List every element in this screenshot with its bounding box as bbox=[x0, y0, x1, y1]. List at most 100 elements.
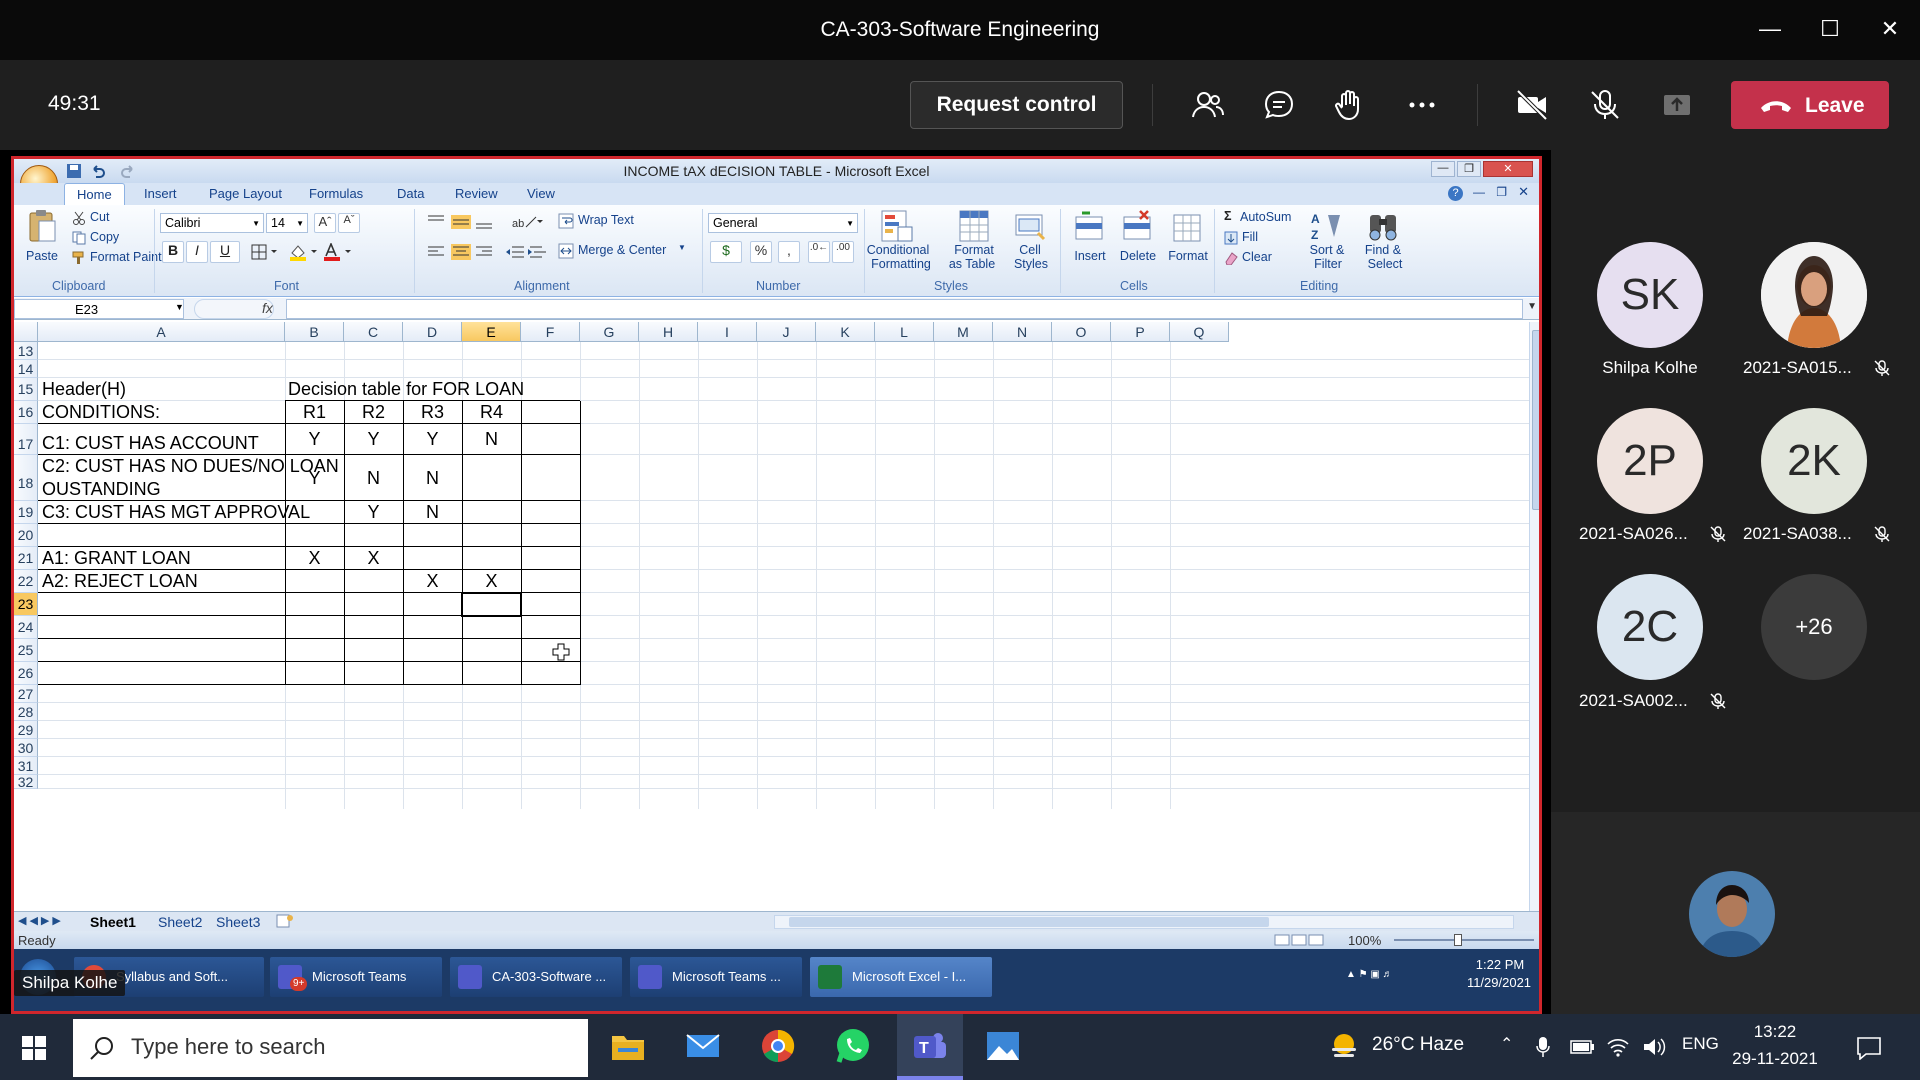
undo-icon[interactable] bbox=[90, 163, 106, 179]
bold-button[interactable]: B bbox=[162, 241, 184, 263]
column-header[interactable]: L bbox=[875, 322, 934, 342]
paste-label[interactable]: Paste bbox=[26, 249, 58, 263]
volume-icon[interactable] bbox=[1642, 1036, 1666, 1058]
zoom-slider-thumb[interactable] bbox=[1454, 934, 1462, 946]
chevron-down-icon[interactable]: ▼ bbox=[678, 243, 686, 252]
photos-icon[interactable] bbox=[983, 1026, 1023, 1066]
participant-avatar[interactable]: 2P bbox=[1597, 408, 1703, 514]
workbook-minimize-icon[interactable]: — bbox=[1473, 185, 1485, 199]
row-header[interactable]: 17 bbox=[14, 424, 38, 455]
borders-icon[interactable] bbox=[250, 243, 278, 261]
number-format-select[interactable]: General ▼ bbox=[708, 213, 858, 233]
column-header[interactable]: Q bbox=[1170, 322, 1229, 342]
format-as-table-icon[interactable] bbox=[958, 209, 990, 243]
row-header[interactable]: 32 bbox=[14, 775, 38, 789]
tab-view[interactable]: View bbox=[527, 186, 555, 201]
clear-button[interactable]: Clear bbox=[1242, 250, 1272, 264]
cell-rule-header[interactable]: R4 bbox=[462, 401, 521, 424]
font-color-icon[interactable] bbox=[322, 243, 352, 261]
row-header[interactable]: 29 bbox=[14, 721, 38, 739]
increase-decimal-icon[interactable]: .0← bbox=[808, 241, 830, 263]
cell-value[interactable]: Y bbox=[344, 501, 403, 524]
row-header[interactable]: 19 bbox=[14, 501, 38, 524]
row-header[interactable]: 22 bbox=[14, 570, 38, 593]
cell-rule-header[interactable]: R3 bbox=[403, 401, 462, 424]
sheet-tab-3[interactable]: Sheet3 bbox=[216, 914, 260, 930]
excel-restore-icon[interactable]: ❐ bbox=[1457, 161, 1481, 177]
conditional-formatting-label[interactable]: Conditional bbox=[866, 243, 930, 257]
select-all-corner[interactable] bbox=[14, 322, 38, 342]
notification-center-icon[interactable] bbox=[1856, 1036, 1882, 1060]
weather-text[interactable]: 26°C Haze bbox=[1372, 1034, 1464, 1056]
cell-value[interactable]: N bbox=[462, 424, 521, 455]
currency-button[interactable]: $ bbox=[710, 241, 742, 263]
file-explorer-icon[interactable] bbox=[608, 1026, 648, 1066]
cell-value[interactable]: N bbox=[403, 455, 462, 501]
tray-show-hidden-icon[interactable]: ⌃ bbox=[1500, 1034, 1513, 1054]
tab-insert[interactable]: Insert bbox=[144, 186, 177, 201]
cell-styles-icon[interactable] bbox=[1014, 209, 1046, 243]
row-header[interactable]: 13 bbox=[14, 342, 38, 360]
cell-condition-label[interactable]: C3: CUST HAS MGT APPROVAL bbox=[42, 501, 310, 524]
tab-review[interactable]: Review bbox=[455, 186, 498, 201]
autosum-button[interactable]: AutoSum bbox=[1240, 210, 1291, 224]
row-header[interactable]: 28 bbox=[14, 703, 38, 721]
clock-time[interactable]: 13:22 bbox=[1735, 1022, 1815, 1042]
whatsapp-icon[interactable] bbox=[833, 1026, 873, 1066]
sort-filter-label[interactable]: Sort & bbox=[1304, 243, 1350, 257]
merge-center-button[interactable]: Merge & Center bbox=[578, 243, 666, 257]
cut-icon[interactable] bbox=[72, 211, 86, 225]
formula-input[interactable] bbox=[286, 299, 1523, 319]
selected-cell[interactable] bbox=[461, 592, 522, 617]
cell-header-label[interactable]: Header(H) bbox=[42, 378, 126, 401]
cell-value[interactable]: Y bbox=[285, 424, 344, 455]
shrink-font-icon[interactable]: Aˇ bbox=[338, 213, 360, 233]
italic-button[interactable]: I bbox=[186, 241, 208, 263]
indent-icons[interactable] bbox=[504, 243, 550, 261]
copy-icon[interactable] bbox=[72, 231, 86, 245]
sheet-tab-2[interactable]: Sheet2 bbox=[158, 914, 202, 930]
conditional-formatting-label2[interactable]: Formatting bbox=[866, 257, 936, 271]
find-select-label2[interactable]: Select bbox=[1358, 257, 1412, 271]
cell-conditions-label[interactable]: CONDITIONS: bbox=[42, 401, 160, 424]
cell-value[interactable]: X bbox=[285, 547, 344, 570]
column-header[interactable]: B bbox=[285, 322, 344, 342]
cell-action-label[interactable]: A1: GRANT LOAN bbox=[42, 547, 191, 570]
row-header[interactable]: 25 bbox=[14, 639, 38, 662]
copy-button[interactable]: Copy bbox=[90, 230, 119, 244]
camera-off-icon[interactable] bbox=[1514, 87, 1550, 123]
workbook-restore-icon[interactable]: ❐ bbox=[1496, 185, 1507, 199]
column-header[interactable]: K bbox=[816, 322, 875, 342]
name-box[interactable]: E23 bbox=[14, 299, 184, 319]
people-icon[interactable] bbox=[1190, 87, 1226, 123]
font-size-select[interactable]: 14 ▼ bbox=[266, 213, 308, 233]
remote-task-teams[interactable]: Microsoft Teams 9+ bbox=[270, 957, 442, 997]
cell-value[interactable]: Y bbox=[285, 455, 344, 501]
format-painter-icon[interactable] bbox=[72, 251, 86, 265]
column-header[interactable]: P bbox=[1111, 322, 1170, 342]
column-header[interactable]: D bbox=[403, 322, 462, 342]
fill-icon[interactable] bbox=[1224, 231, 1238, 245]
cell-value[interactable]: X bbox=[344, 547, 403, 570]
mail-icon[interactable] bbox=[683, 1026, 723, 1066]
text-orientation-icon[interactable]: ab bbox=[510, 213, 544, 231]
percent-button[interactable]: % bbox=[750, 241, 772, 263]
column-header[interactable]: I bbox=[698, 322, 757, 342]
fill-color-icon[interactable] bbox=[288, 243, 318, 261]
tab-home[interactable]: Home bbox=[64, 183, 125, 205]
sort-filter-label2[interactable]: Filter bbox=[1302, 257, 1354, 271]
insert-function-icon[interactable]: fx bbox=[262, 300, 273, 316]
cell-rule-header[interactable]: R1 bbox=[285, 401, 344, 424]
help-icon[interactable]: ? bbox=[1448, 186, 1463, 201]
autosum-icon[interactable]: Σ bbox=[1224, 209, 1232, 223]
redo-icon[interactable] bbox=[120, 163, 136, 179]
cell-value[interactable]: N bbox=[344, 455, 403, 501]
raise-hand-icon[interactable] bbox=[1332, 87, 1368, 123]
cell-rule-header[interactable]: R2 bbox=[344, 401, 403, 424]
cell-action-label[interactable]: A2: REJECT LOAN bbox=[42, 570, 198, 593]
participant-avatar[interactable]: 2K bbox=[1761, 408, 1867, 514]
teams-icon[interactable]: T bbox=[910, 1026, 950, 1066]
column-header[interactable]: N bbox=[993, 322, 1052, 342]
clear-icon[interactable] bbox=[1224, 251, 1238, 265]
insert-cells-icon[interactable] bbox=[1072, 209, 1106, 243]
